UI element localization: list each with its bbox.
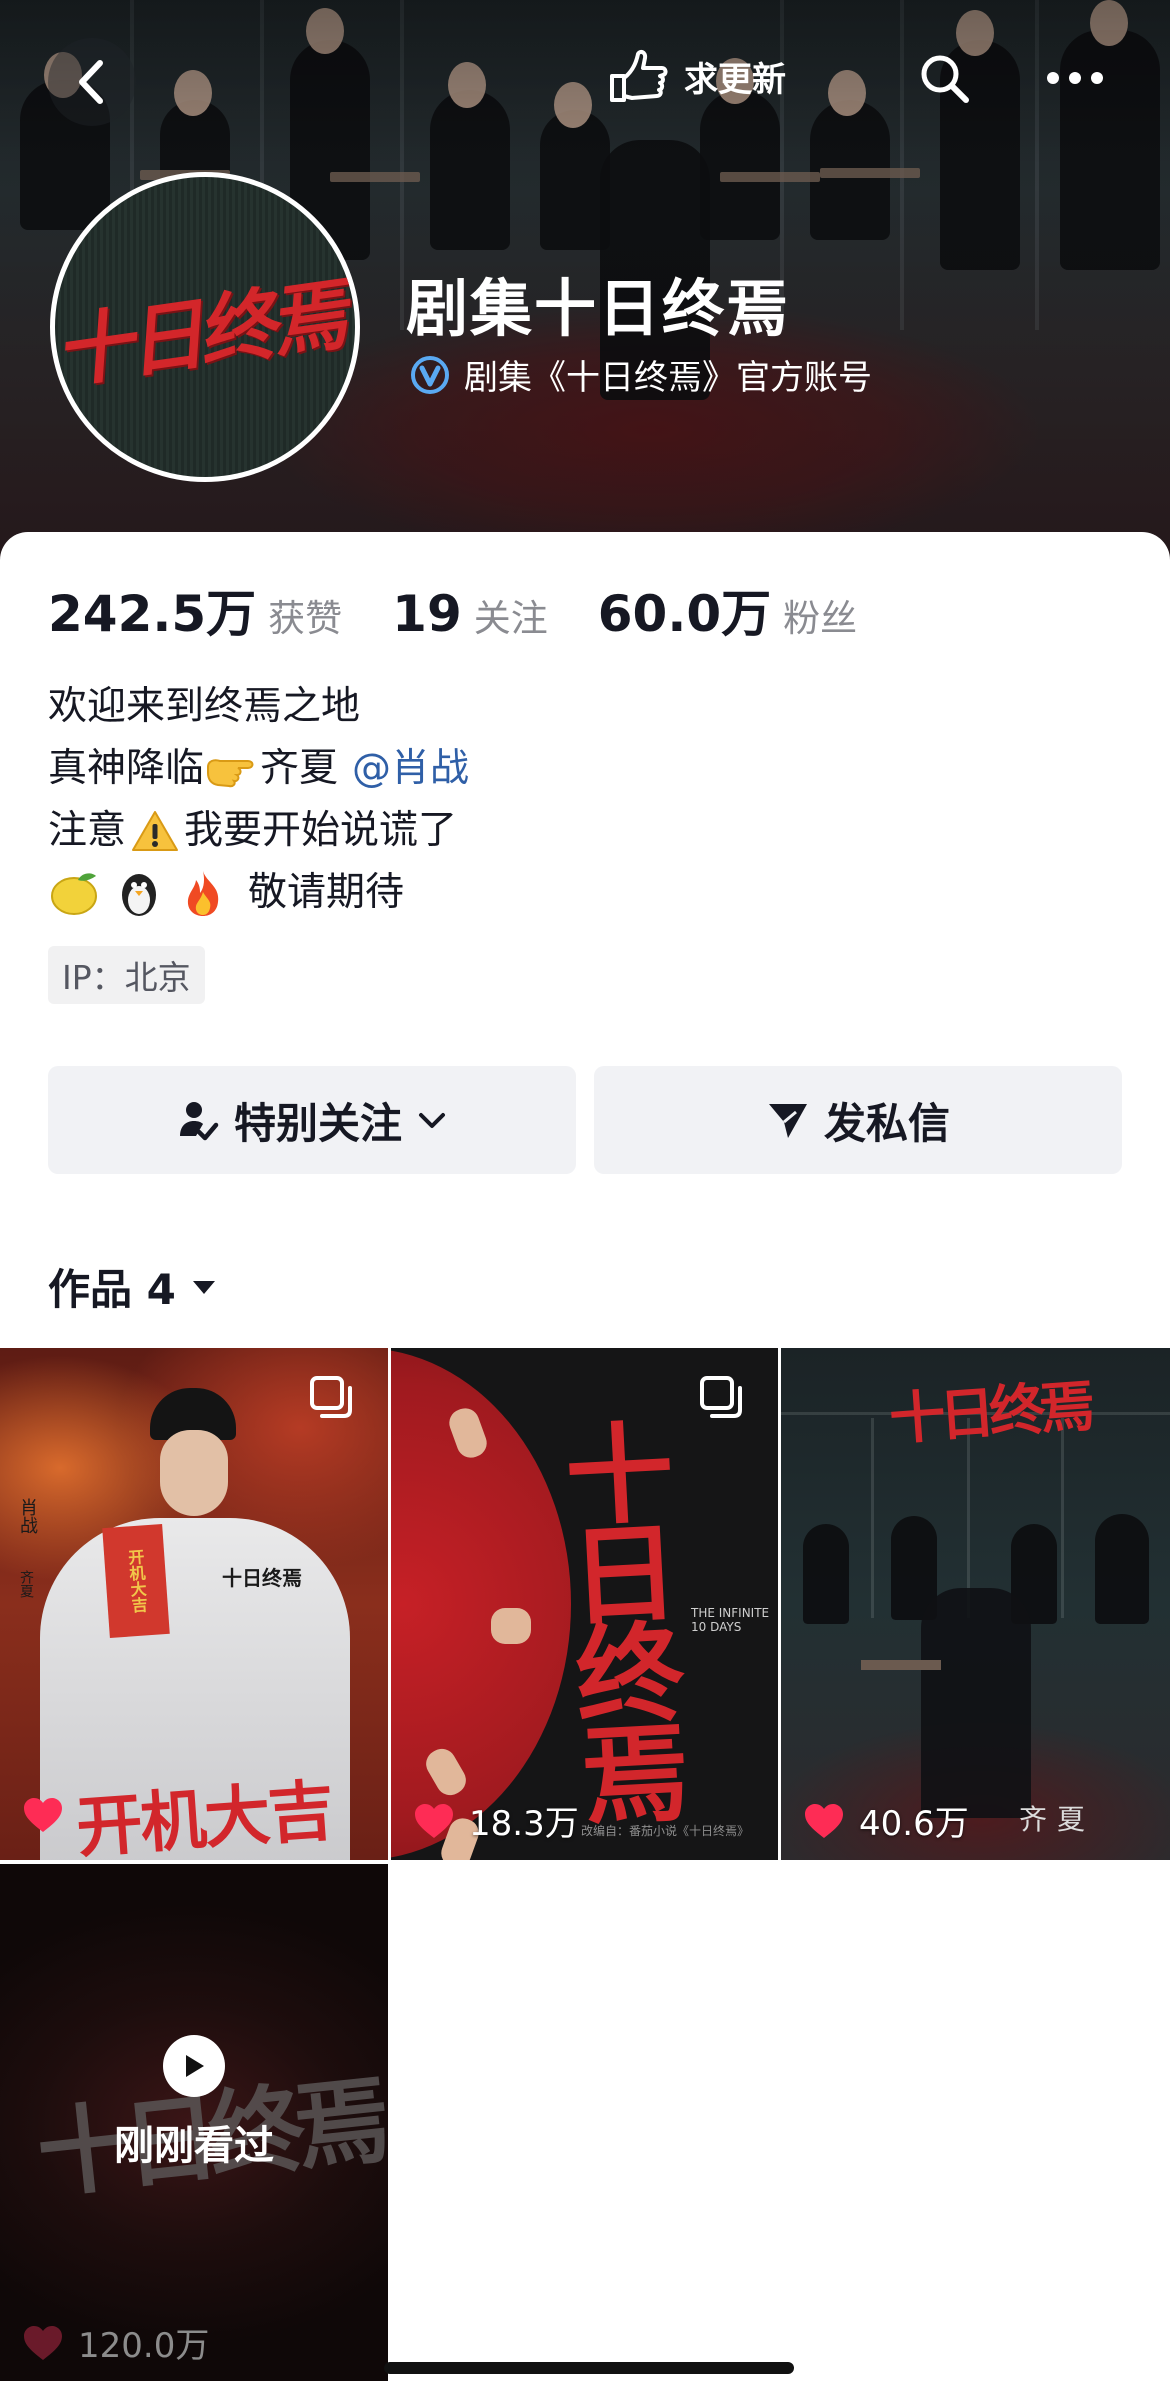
like-count: 18.3万	[469, 1804, 579, 1844]
bio-line: 真神降临 齐夏 @肖战	[48, 738, 469, 800]
more-button[interactable]	[1030, 38, 1120, 118]
likes-count: 242.5万	[48, 585, 257, 643]
ip-location-tag: IP：北京	[48, 946, 205, 1004]
bio-line: 敬请期待	[48, 862, 469, 924]
figure	[1095, 1514, 1149, 1624]
avatar[interactable]: 十日终焉	[50, 172, 360, 482]
bio-text: 欢迎来到终焉之地	[48, 684, 361, 729]
heart-icon	[24, 2325, 62, 2360]
brush-caption: 开机大吉	[73, 1771, 335, 1860]
like-count: 120.0万	[78, 2326, 210, 2366]
like-count-row: 18.3万	[413, 1796, 579, 1845]
request-update-button[interactable]: 求更新	[606, 40, 786, 112]
figure	[803, 1524, 849, 1624]
hand	[491, 1608, 531, 1644]
special-follow-button[interactable]: 特别关注	[48, 1066, 576, 1174]
red-envelope: 开机大吉	[102, 1524, 170, 1638]
bio: 欢迎来到终焉之地 真神降临 齐夏 @肖战 注意 我要开始说谎了 敬请期待	[48, 676, 469, 924]
bio-text: 敬请期待	[248, 870, 405, 915]
account-name: 剧集十日终焉	[406, 272, 791, 345]
verified-description: 剧集《十日终焉》官方账号	[464, 358, 872, 398]
verification-row: 剧集《十日终焉》官方账号	[410, 350, 872, 399]
like-count: 40.6万	[859, 1804, 969, 1844]
likes-label: 获赞	[268, 597, 343, 640]
bio-line: 欢迎来到终焉之地	[48, 676, 469, 738]
multi-image-icon	[700, 1376, 742, 1418]
user-check-icon	[179, 1102, 219, 1141]
envelope-text: 开机大吉	[124, 1548, 149, 1614]
heart-icon	[24, 1798, 62, 1832]
warning-emoji-icon	[132, 811, 179, 851]
bio-text: 注意	[48, 808, 127, 853]
multi-image-icon	[310, 1376, 352, 1418]
like-count-row	[22, 1796, 78, 1834]
poster-footer: 改编自：番茄小说《十日终焉》	[581, 1824, 750, 1838]
following-label[interactable]: 关注	[474, 588, 548, 642]
like-count-row: 120.0万	[22, 2318, 209, 2367]
seated-figure	[921, 1588, 1031, 1818]
heart-icon	[805, 1803, 843, 1838]
work-item-recently-viewed[interactable]: 十日终焉 刚刚看过 120.0万	[0, 1864, 388, 2381]
search-button[interactable]	[904, 38, 984, 118]
poster-subtitle: THE INFINITE 10 DAYS	[691, 1606, 770, 1634]
send-icon	[768, 1104, 807, 1138]
request-update-label: 求更新	[684, 59, 786, 100]
heart-icon	[415, 1803, 453, 1838]
bio-text: 真神降临	[48, 746, 205, 791]
send-message-button[interactable]: 发私信	[594, 1066, 1122, 1174]
bio-text: 我要开始说谎了	[184, 808, 458, 853]
avatar-logo: 十日终焉	[55, 177, 355, 477]
recently-viewed-overlay: 刚刚看过	[0, 1864, 388, 2381]
poster-title: 十日终焉	[887, 1373, 1092, 1453]
poster-title: 十日终焉	[544, 1414, 692, 1822]
avatar-logo-text: 十日终焉	[58, 267, 351, 401]
penguin-emoji-icon	[122, 874, 156, 916]
more-dots-icon	[1047, 72, 1103, 84]
mirror-panel	[1061, 1418, 1064, 1618]
profile-card	[0, 532, 1170, 1332]
stats-row: 242.5万 获赞 19 关注 60.0万 粉丝	[48, 574, 907, 646]
pointing-right-emoji-icon	[207, 759, 254, 788]
chess-table	[861, 1660, 941, 1670]
chevron-left-icon	[79, 60, 103, 104]
works-tab-label: 作品 4	[48, 1265, 176, 1314]
role-name: 齐夏	[1019, 1803, 1096, 1836]
home-indicator[interactable]	[384, 2362, 794, 2374]
followers-count[interactable]: 60.0万	[598, 574, 771, 646]
like-count-row: 40.6万	[803, 1796, 969, 1845]
works-tab[interactable]: 作品 4	[48, 1256, 218, 1317]
special-follow-label: 特别关注	[233, 1098, 402, 1148]
send-message-label: 发私信	[823, 1098, 950, 1148]
shirt-logo: 十日终焉	[222, 1566, 302, 1590]
face	[160, 1430, 228, 1516]
chevron-down-icon	[419, 1113, 445, 1128]
play-icon	[186, 2054, 204, 2077]
recently-viewed-label: 刚刚看过	[114, 2122, 274, 2169]
bio-line: 注意 我要开始说谎了	[48, 800, 469, 862]
play-button[interactable]	[163, 2034, 225, 2097]
caret-down-icon	[192, 1280, 215, 1294]
verified-badge-icon	[411, 355, 449, 394]
bio-text: 齐夏	[260, 746, 339, 791]
work-item[interactable]: 十日终焉 THE INFINITE 10 DAYS 改编自：番茄小说《十日终焉》…	[391, 1348, 778, 1860]
side-role: 齐夏	[18, 1570, 34, 1598]
work-item[interactable]: 十日终焉 齐夏 40.6万	[781, 1348, 1170, 1860]
following-count[interactable]: 19	[392, 585, 462, 643]
mention-link[interactable]: @肖战	[352, 738, 469, 800]
lemon-emoji-icon	[51, 873, 97, 915]
fire-emoji-icon	[187, 871, 219, 916]
work-item[interactable]: 开机大吉 十日终焉 肖战 齐夏 开机大吉	[0, 1348, 388, 1860]
followers-label[interactable]: 粉丝	[783, 588, 857, 642]
search-icon	[921, 55, 969, 103]
pointing-hand-icon	[610, 49, 668, 102]
mirror-panel	[871, 1418, 874, 1618]
back-button[interactable]	[48, 38, 136, 126]
side-name: 肖战	[17, 1498, 38, 1534]
